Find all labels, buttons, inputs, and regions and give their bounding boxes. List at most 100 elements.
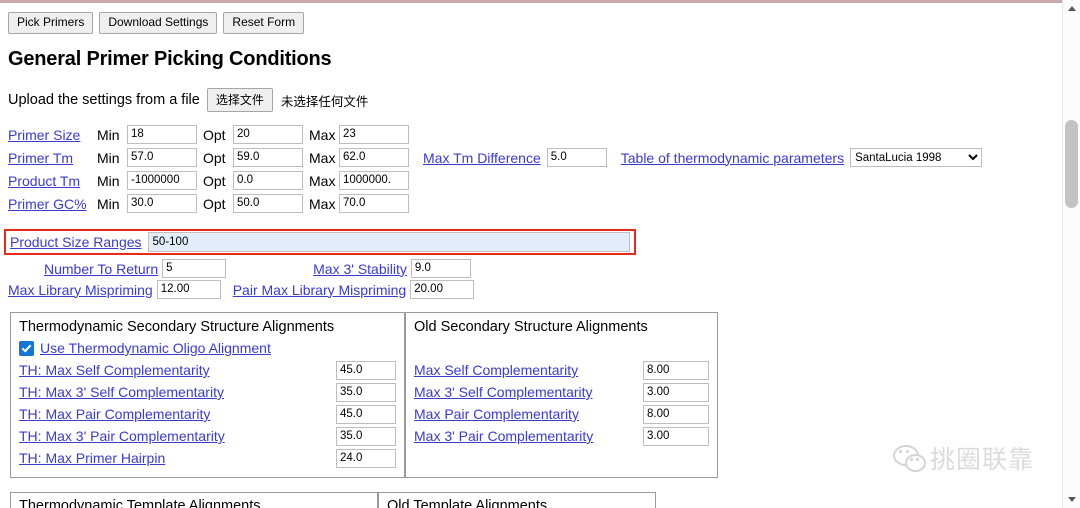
max-tm-difference-link[interactable]: Max Tm Difference (423, 150, 541, 166)
max-self-complementarity-row: Max Self Complementarity (414, 359, 709, 381)
param-row-primer-tm: Primer Tm Min Opt Max Max Tm Difference … (8, 146, 983, 169)
max-3-pair-complementarity-link[interactable]: Max 3' Pair Complementarity (414, 428, 593, 444)
max-label: Max (309, 195, 336, 212)
max-library-mispriming-link[interactable]: Max Library Mispriming (8, 282, 153, 298)
max-3-stability-input[interactable] (410, 259, 471, 278)
primer-gc-min-input[interactable] (127, 194, 197, 213)
th-max-3-self-complementarity-input[interactable] (336, 382, 396, 402)
old-template-alignments-panel: Old Template Alignments (378, 492, 656, 508)
wechat-icon (893, 445, 926, 472)
use-thermodynamic-oligo-alignment-link[interactable]: Use Thermodynamic Oligo Alignment (40, 340, 271, 356)
max-label: Max (309, 126, 336, 143)
product-size-ranges-link[interactable]: Product Size Ranges (10, 234, 142, 250)
max-self-complementarity-input[interactable] (643, 360, 709, 380)
use-thermodynamic-oligo-alignment-row[interactable]: Use Thermodynamic Oligo Alignment (19, 338, 396, 358)
primer-parameters-grid: Primer Size Min Opt Max Primer Tm Min Op… (8, 123, 983, 215)
primer-tm-opt-input[interactable] (233, 148, 303, 167)
number-to-return-link[interactable]: Number To Return (44, 261, 158, 277)
primer-gc-max-input[interactable] (339, 194, 409, 213)
max-label: Max (309, 149, 336, 166)
thermodynamic-parameters-table-link[interactable]: Table of thermodynamic parameters (621, 150, 844, 166)
wechat-dot (906, 450, 909, 453)
wechat-bubble-large (893, 445, 919, 466)
primer-size-min-input[interactable] (127, 125, 197, 144)
thermodynamic-parameters-select[interactable]: SantaLucia 1998 (850, 148, 983, 167)
param-row-primer-gc: Primer GC% Min Opt Max (8, 192, 982, 215)
min-label: Min (97, 126, 120, 143)
upload-settings-row: Upload the settings from a file 选择文件 未选择… (8, 88, 368, 112)
th-max-3-pair-complementarity-input[interactable] (336, 426, 396, 446)
thermodynamic-template-alignments-panel: Thermodynamic Template Alignments (10, 492, 378, 508)
wechat-dot (916, 458, 919, 461)
product-tm-link[interactable]: Product Tm (8, 173, 93, 189)
max-3-self-complementarity-row: Max 3' Self Complementarity (414, 381, 709, 403)
wechat-dot (910, 458, 913, 461)
choose-file-button[interactable]: 选择文件 (206, 88, 273, 112)
opt-label: Opt (203, 126, 226, 143)
wechat-watermark: 挑圈联靠 (893, 440, 1034, 476)
old-panel-title: Old Secondary Structure Alignments (414, 319, 648, 335)
max-pair-complementarity-row: Max Pair Complementarity (414, 403, 709, 425)
pair-max-library-mispriming-input[interactable] (410, 280, 475, 299)
old-alignments-panel: Old Secondary Structure Alignments Max S… (405, 312, 718, 478)
max-3-stability-link[interactable]: Max 3' Stability (313, 261, 407, 277)
primer-gc-opt-input[interactable] (233, 194, 303, 213)
primer-tm-link[interactable]: Primer Tm (8, 150, 93, 166)
scroll-down-arrow-icon[interactable] (1063, 491, 1080, 508)
primer-gc-link[interactable]: Primer GC% (8, 196, 93, 212)
min-label: Min (97, 149, 120, 166)
opt-label: Opt (203, 149, 226, 166)
product-tm-min-input[interactable] (127, 171, 197, 190)
vertical-scrollbar[interactable] (1062, 0, 1080, 508)
wechat-dot (899, 450, 902, 453)
th-max-pair-complementarity-input[interactable] (336, 404, 396, 424)
thermodynamic-alignments-panel: Thermodynamic Secondary Structure Alignm… (10, 312, 405, 478)
max-self-complementarity-link[interactable]: Max Self Complementarity (414, 362, 578, 378)
max-library-mispriming-input[interactable] (156, 280, 221, 299)
th-max-primer-hairpin-row: TH: Max Primer Hairpin (19, 447, 396, 469)
th-max-self-complementarity-link[interactable]: TH: Max Self Complementarity (19, 362, 210, 378)
opt-label: Opt (203, 172, 226, 189)
max-3-self-complementarity-link[interactable]: Max 3' Self Complementarity (414, 384, 593, 400)
max-3-self-complementarity-input[interactable] (643, 382, 709, 402)
reset-form-button[interactable]: Reset Form (223, 12, 305, 34)
scroll-up-arrow-icon[interactable] (1063, 0, 1080, 17)
min-label: Min (97, 195, 120, 212)
th-max-3-pair-complementarity-link[interactable]: TH: Max 3' Pair Complementarity (19, 428, 225, 444)
template-alignments-panels: Thermodynamic Template Alignments Old Te… (10, 492, 656, 508)
product-size-ranges-input[interactable] (147, 232, 630, 252)
param-row-primer-size: Primer Size Min Opt Max (8, 123, 982, 146)
th-max-self-complementarity-input[interactable] (336, 360, 396, 380)
th-max-3-self-complementarity-link[interactable]: TH: Max 3' Self Complementarity (19, 384, 224, 400)
max-3-pair-complementarity-input[interactable] (643, 426, 709, 446)
th-max-primer-hairpin-link[interactable]: TH: Max Primer Hairpin (19, 450, 165, 466)
thermodynamic-template-alignments-title: Thermodynamic Template Alignments (19, 498, 261, 508)
number-to-return-input[interactable] (162, 259, 227, 278)
thermodynamic-panel-title: Thermodynamic Secondary Structure Alignm… (19, 319, 335, 335)
th-max-primer-hairpin-input[interactable] (336, 448, 396, 468)
param-row-product-tm: Product Tm Min Opt Max (8, 169, 982, 192)
secondary-structure-panels: Thermodynamic Secondary Structure Alignm… (10, 312, 718, 478)
primer-size-link[interactable]: Primer Size (8, 127, 93, 143)
max-pair-complementarity-link[interactable]: Max Pair Complementarity (414, 406, 579, 422)
download-settings-button[interactable]: Download Settings (99, 12, 218, 34)
max-3-pair-complementarity-row: Max 3' Pair Complementarity (414, 425, 709, 447)
opt-label: Opt (203, 195, 226, 212)
th-max-3-self-complementarity-row: TH: Max 3' Self Complementarity (19, 381, 396, 403)
primer-size-opt-input[interactable] (233, 125, 303, 144)
pair-max-library-mispriming-link[interactable]: Pair Max Library Mispriming (233, 282, 406, 298)
max-tm-difference-input[interactable] (546, 148, 607, 167)
primer-tm-max-input[interactable] (339, 148, 409, 167)
panel-spacer (414, 338, 709, 359)
primer-tm-min-input[interactable] (127, 148, 197, 167)
th-max-pair-complementarity-link[interactable]: TH: Max Pair Complementarity (19, 406, 210, 422)
primer-size-max-input[interactable] (339, 125, 409, 144)
wechat-bubble-small (905, 454, 926, 472)
scrollbar-thumb[interactable] (1065, 120, 1078, 208)
pick-primers-button[interactable]: Pick Primers (8, 12, 94, 34)
product-tm-max-input[interactable] (339, 171, 409, 190)
checkbox-checked-icon[interactable] (19, 340, 34, 356)
product-tm-opt-input[interactable] (233, 171, 303, 190)
number-to-return-row: Number To Return Max 3' Stability (8, 258, 471, 279)
max-pair-complementarity-input[interactable] (643, 404, 709, 424)
